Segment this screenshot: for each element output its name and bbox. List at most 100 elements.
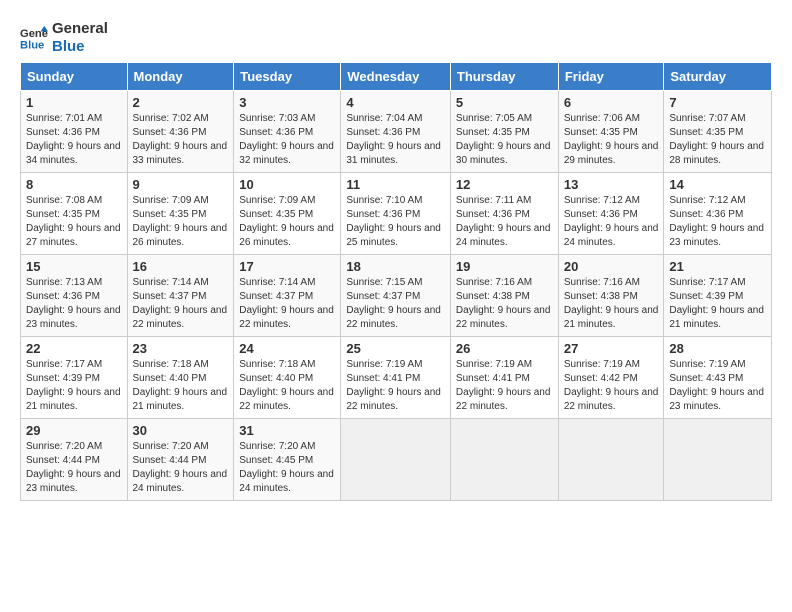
day-number: 18 (346, 259, 445, 274)
calendar-cell: 25 Sunrise: 7:19 AMSunset: 4:41 PMDaylig… (341, 337, 451, 419)
day-number: 25 (346, 341, 445, 356)
day-number: 1 (26, 95, 122, 110)
calendar-cell: 30 Sunrise: 7:20 AMSunset: 4:44 PMDaylig… (127, 419, 234, 501)
day-number: 9 (133, 177, 229, 192)
day-detail: Sunrise: 7:01 AMSunset: 4:36 PMDaylight:… (26, 113, 121, 166)
calendar-table: Sunday Monday Tuesday Wednesday Thursday… (20, 62, 772, 501)
day-detail: Sunrise: 7:20 AMSunset: 4:45 PMDaylight:… (239, 441, 334, 494)
day-number: 20 (564, 259, 659, 274)
day-detail: Sunrise: 7:14 AMSunset: 4:37 PMDaylight:… (239, 277, 334, 330)
calendar-cell: 14 Sunrise: 7:12 AMSunset: 4:36 PMDaylig… (664, 173, 772, 255)
calendar-cell: 3 Sunrise: 7:03 AMSunset: 4:36 PMDayligh… (234, 91, 341, 173)
day-number: 16 (133, 259, 229, 274)
calendar-cell: 21 Sunrise: 7:17 AMSunset: 4:39 PMDaylig… (664, 255, 772, 337)
calendar-cell: 13 Sunrise: 7:12 AMSunset: 4:36 PMDaylig… (558, 173, 664, 255)
calendar-cell: 6 Sunrise: 7:06 AMSunset: 4:35 PMDayligh… (558, 91, 664, 173)
calendar-cell: 17 Sunrise: 7:14 AMSunset: 4:37 PMDaylig… (234, 255, 341, 337)
table-row: 15 Sunrise: 7:13 AMSunset: 4:36 PMDaylig… (21, 255, 772, 337)
day-number: 23 (133, 341, 229, 356)
calendar-cell: 27 Sunrise: 7:19 AMSunset: 4:42 PMDaylig… (558, 337, 664, 419)
header: General Blue General Blue (20, 20, 772, 56)
day-detail: Sunrise: 7:07 AMSunset: 4:35 PMDaylight:… (669, 113, 764, 166)
logo: General Blue General Blue (20, 20, 108, 56)
day-number: 11 (346, 177, 445, 192)
day-detail: Sunrise: 7:19 AMSunset: 4:41 PMDaylight:… (346, 359, 441, 412)
calendar-cell: 20 Sunrise: 7:16 AMSunset: 4:38 PMDaylig… (558, 255, 664, 337)
calendar-cell: 24 Sunrise: 7:18 AMSunset: 4:40 PMDaylig… (234, 337, 341, 419)
calendar-cell: 10 Sunrise: 7:09 AMSunset: 4:35 PMDaylig… (234, 173, 341, 255)
calendar-cell: 15 Sunrise: 7:13 AMSunset: 4:36 PMDaylig… (21, 255, 128, 337)
calendar-cell: 22 Sunrise: 7:17 AMSunset: 4:39 PMDaylig… (21, 337, 128, 419)
day-number: 2 (133, 95, 229, 110)
day-number: 7 (669, 95, 766, 110)
day-number: 6 (564, 95, 659, 110)
day-number: 26 (456, 341, 553, 356)
day-detail: Sunrise: 7:17 AMSunset: 4:39 PMDaylight:… (26, 359, 121, 412)
day-detail: Sunrise: 7:09 AMSunset: 4:35 PMDaylight:… (133, 195, 228, 248)
logo-text: General Blue (52, 20, 108, 56)
calendar-cell: 9 Sunrise: 7:09 AMSunset: 4:35 PMDayligh… (127, 173, 234, 255)
day-number: 28 (669, 341, 766, 356)
day-detail: Sunrise: 7:09 AMSunset: 4:35 PMDaylight:… (239, 195, 334, 248)
day-number: 19 (456, 259, 553, 274)
day-detail: Sunrise: 7:16 AMSunset: 4:38 PMDaylight:… (456, 277, 551, 330)
day-detail: Sunrise: 7:15 AMSunset: 4:37 PMDaylight:… (346, 277, 441, 330)
col-thursday: Thursday (450, 63, 558, 91)
calendar-cell: 8 Sunrise: 7:08 AMSunset: 4:35 PMDayligh… (21, 173, 128, 255)
day-detail: Sunrise: 7:08 AMSunset: 4:35 PMDaylight:… (26, 195, 121, 248)
day-detail: Sunrise: 7:03 AMSunset: 4:36 PMDaylight:… (239, 113, 334, 166)
calendar-cell: 12 Sunrise: 7:11 AMSunset: 4:36 PMDaylig… (450, 173, 558, 255)
calendar-cell: 31 Sunrise: 7:20 AMSunset: 4:45 PMDaylig… (234, 419, 341, 501)
day-number: 31 (239, 423, 335, 438)
day-number: 27 (564, 341, 659, 356)
day-number: 12 (456, 177, 553, 192)
col-saturday: Saturday (664, 63, 772, 91)
calendar-cell: 19 Sunrise: 7:16 AMSunset: 4:38 PMDaylig… (450, 255, 558, 337)
col-tuesday: Tuesday (234, 63, 341, 91)
day-number: 24 (239, 341, 335, 356)
day-number: 8 (26, 177, 122, 192)
day-detail: Sunrise: 7:19 AMSunset: 4:43 PMDaylight:… (669, 359, 764, 412)
calendar-cell (558, 419, 664, 501)
calendar-cell: 5 Sunrise: 7:05 AMSunset: 4:35 PMDayligh… (450, 91, 558, 173)
day-number: 22 (26, 341, 122, 356)
day-detail: Sunrise: 7:13 AMSunset: 4:36 PMDaylight:… (26, 277, 121, 330)
calendar-cell: 16 Sunrise: 7:14 AMSunset: 4:37 PMDaylig… (127, 255, 234, 337)
day-detail: Sunrise: 7:02 AMSunset: 4:36 PMDaylight:… (133, 113, 228, 166)
day-number: 5 (456, 95, 553, 110)
col-monday: Monday (127, 63, 234, 91)
calendar-cell: 11 Sunrise: 7:10 AMSunset: 4:36 PMDaylig… (341, 173, 451, 255)
day-detail: Sunrise: 7:10 AMSunset: 4:36 PMDaylight:… (346, 195, 441, 248)
calendar-cell: 28 Sunrise: 7:19 AMSunset: 4:43 PMDaylig… (664, 337, 772, 419)
logo-icon: General Blue (20, 24, 48, 52)
table-row: 29 Sunrise: 7:20 AMSunset: 4:44 PMDaylig… (21, 419, 772, 501)
day-detail: Sunrise: 7:16 AMSunset: 4:38 PMDaylight:… (564, 277, 659, 330)
col-sunday: Sunday (21, 63, 128, 91)
day-number: 14 (669, 177, 766, 192)
day-number: 4 (346, 95, 445, 110)
day-detail: Sunrise: 7:19 AMSunset: 4:41 PMDaylight:… (456, 359, 551, 412)
day-detail: Sunrise: 7:17 AMSunset: 4:39 PMDaylight:… (669, 277, 764, 330)
day-detail: Sunrise: 7:12 AMSunset: 4:36 PMDaylight:… (669, 195, 764, 248)
calendar-cell (341, 419, 451, 501)
day-detail: Sunrise: 7:14 AMSunset: 4:37 PMDaylight:… (133, 277, 228, 330)
day-number: 10 (239, 177, 335, 192)
day-number: 3 (239, 95, 335, 110)
calendar-cell: 26 Sunrise: 7:19 AMSunset: 4:41 PMDaylig… (450, 337, 558, 419)
day-detail: Sunrise: 7:20 AMSunset: 4:44 PMDaylight:… (133, 441, 228, 494)
col-friday: Friday (558, 63, 664, 91)
day-detail: Sunrise: 7:04 AMSunset: 4:36 PMDaylight:… (346, 113, 441, 166)
day-number: 30 (133, 423, 229, 438)
day-number: 13 (564, 177, 659, 192)
table-row: 1 Sunrise: 7:01 AMSunset: 4:36 PMDayligh… (21, 91, 772, 173)
day-detail: Sunrise: 7:11 AMSunset: 4:36 PMDaylight:… (456, 195, 551, 248)
day-detail: Sunrise: 7:06 AMSunset: 4:35 PMDaylight:… (564, 113, 659, 166)
table-row: 8 Sunrise: 7:08 AMSunset: 4:35 PMDayligh… (21, 173, 772, 255)
calendar-cell: 7 Sunrise: 7:07 AMSunset: 4:35 PMDayligh… (664, 91, 772, 173)
day-number: 21 (669, 259, 766, 274)
calendar-cell (450, 419, 558, 501)
calendar-cell: 23 Sunrise: 7:18 AMSunset: 4:40 PMDaylig… (127, 337, 234, 419)
calendar-cell: 2 Sunrise: 7:02 AMSunset: 4:36 PMDayligh… (127, 91, 234, 173)
calendar-cell: 18 Sunrise: 7:15 AMSunset: 4:37 PMDaylig… (341, 255, 451, 337)
svg-text:Blue: Blue (20, 39, 44, 51)
